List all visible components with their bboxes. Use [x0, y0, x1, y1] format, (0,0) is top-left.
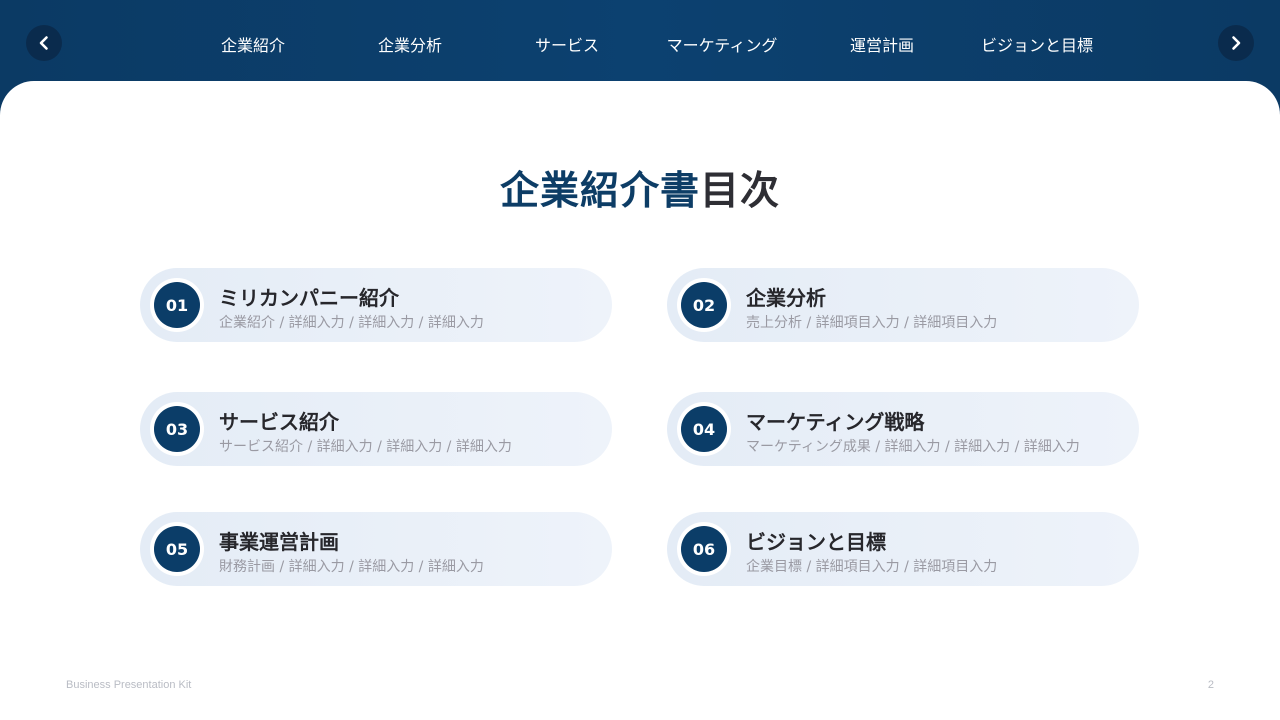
- toc-item-02[interactable]: 02 企業分析 売上分析 / 詳細項目入力 / 詳細項目入力: [667, 268, 1139, 342]
- page-title-suffix: 目次: [700, 169, 781, 214]
- item-number-badge: 04: [677, 402, 731, 456]
- chevron-right-icon: [1232, 36, 1241, 50]
- toc-item-04[interactable]: 04 マーケティング戦略 マーケティング成果 / 詳細入力 / 詳細入力 / 詳…: [667, 392, 1139, 466]
- tab-operation-plan[interactable]: 運営計画: [812, 32, 952, 56]
- toc-item-03[interactable]: 03 サービス紹介 サービス紹介 / 詳細入力 / 詳細入力 / 詳細入力: [140, 392, 612, 466]
- item-title: マーケティング戦略: [746, 410, 925, 434]
- page-number: 2: [1207, 679, 1214, 691]
- chevron-left-icon: [39, 36, 48, 50]
- item-title: ビジョンと目標: [746, 530, 886, 554]
- page-title-main: 企業紹介書: [499, 169, 700, 214]
- item-number: 02: [681, 282, 727, 328]
- item-subtitle: マーケティング成果 / 詳細入力 / 詳細入力 / 詳細入力: [746, 439, 1080, 455]
- item-number: 06: [681, 526, 727, 572]
- item-number: 03: [154, 406, 200, 452]
- toc-item-05[interactable]: 05 事業運営計画 財務計画 / 詳細入力 / 詳細入力 / 詳細入力: [140, 512, 612, 586]
- item-number-badge: 06: [677, 522, 731, 576]
- item-number-badge: 02: [677, 278, 731, 332]
- item-title: 企業分析: [746, 286, 826, 310]
- item-subtitle: 売上分析 / 詳細項目入力 / 詳細項目入力: [746, 315, 998, 331]
- item-number: 04: [681, 406, 727, 452]
- item-title: ミリカンパニー紹介: [219, 286, 399, 310]
- page-title: 企業紹介書目次: [0, 160, 1280, 216]
- tab-service[interactable]: サービス: [502, 32, 632, 56]
- item-number-badge: 01: [150, 278, 204, 332]
- item-subtitle: 企業目標 / 詳細項目入力 / 詳細項目入力: [746, 559, 998, 575]
- toc-item-06[interactable]: 06 ビジョンと目標 企業目標 / 詳細項目入力 / 詳細項目入力: [667, 512, 1139, 586]
- item-subtitle: 企業紹介 / 詳細入力 / 詳細入力 / 詳細入力: [219, 315, 484, 331]
- item-title: サービス紹介: [219, 410, 339, 434]
- section-tabs: 企業紹介 企業分析 サービス マーケティング 運営計画 ビジョンと目標: [188, 26, 1122, 62]
- item-number-badge: 05: [150, 522, 204, 576]
- tab-vision-goals[interactable]: ビジョンと目標: [952, 32, 1122, 56]
- tab-company-analysis[interactable]: 企業分析: [318, 32, 502, 56]
- toc-item-01[interactable]: 01 ミリカンパニー紹介 企業紹介 / 詳細入力 / 詳細入力 / 詳細入力: [140, 268, 612, 342]
- previous-button[interactable]: [26, 25, 62, 61]
- tab-company-intro[interactable]: 企業紹介: [188, 32, 318, 56]
- tab-marketing[interactable]: マーケティング: [632, 32, 812, 56]
- next-button[interactable]: [1218, 25, 1254, 61]
- item-number-badge: 03: [150, 402, 204, 456]
- item-subtitle: 財務計画 / 詳細入力 / 詳細入力 / 詳細入力: [219, 559, 484, 575]
- item-subtitle: サービス紹介 / 詳細入力 / 詳細入力 / 詳細入力: [219, 439, 512, 455]
- item-number: 05: [154, 526, 200, 572]
- footer-brand: Business Presentation Kit: [66, 679, 192, 691]
- item-title: 事業運営計画: [219, 530, 339, 554]
- item-number: 01: [154, 282, 200, 328]
